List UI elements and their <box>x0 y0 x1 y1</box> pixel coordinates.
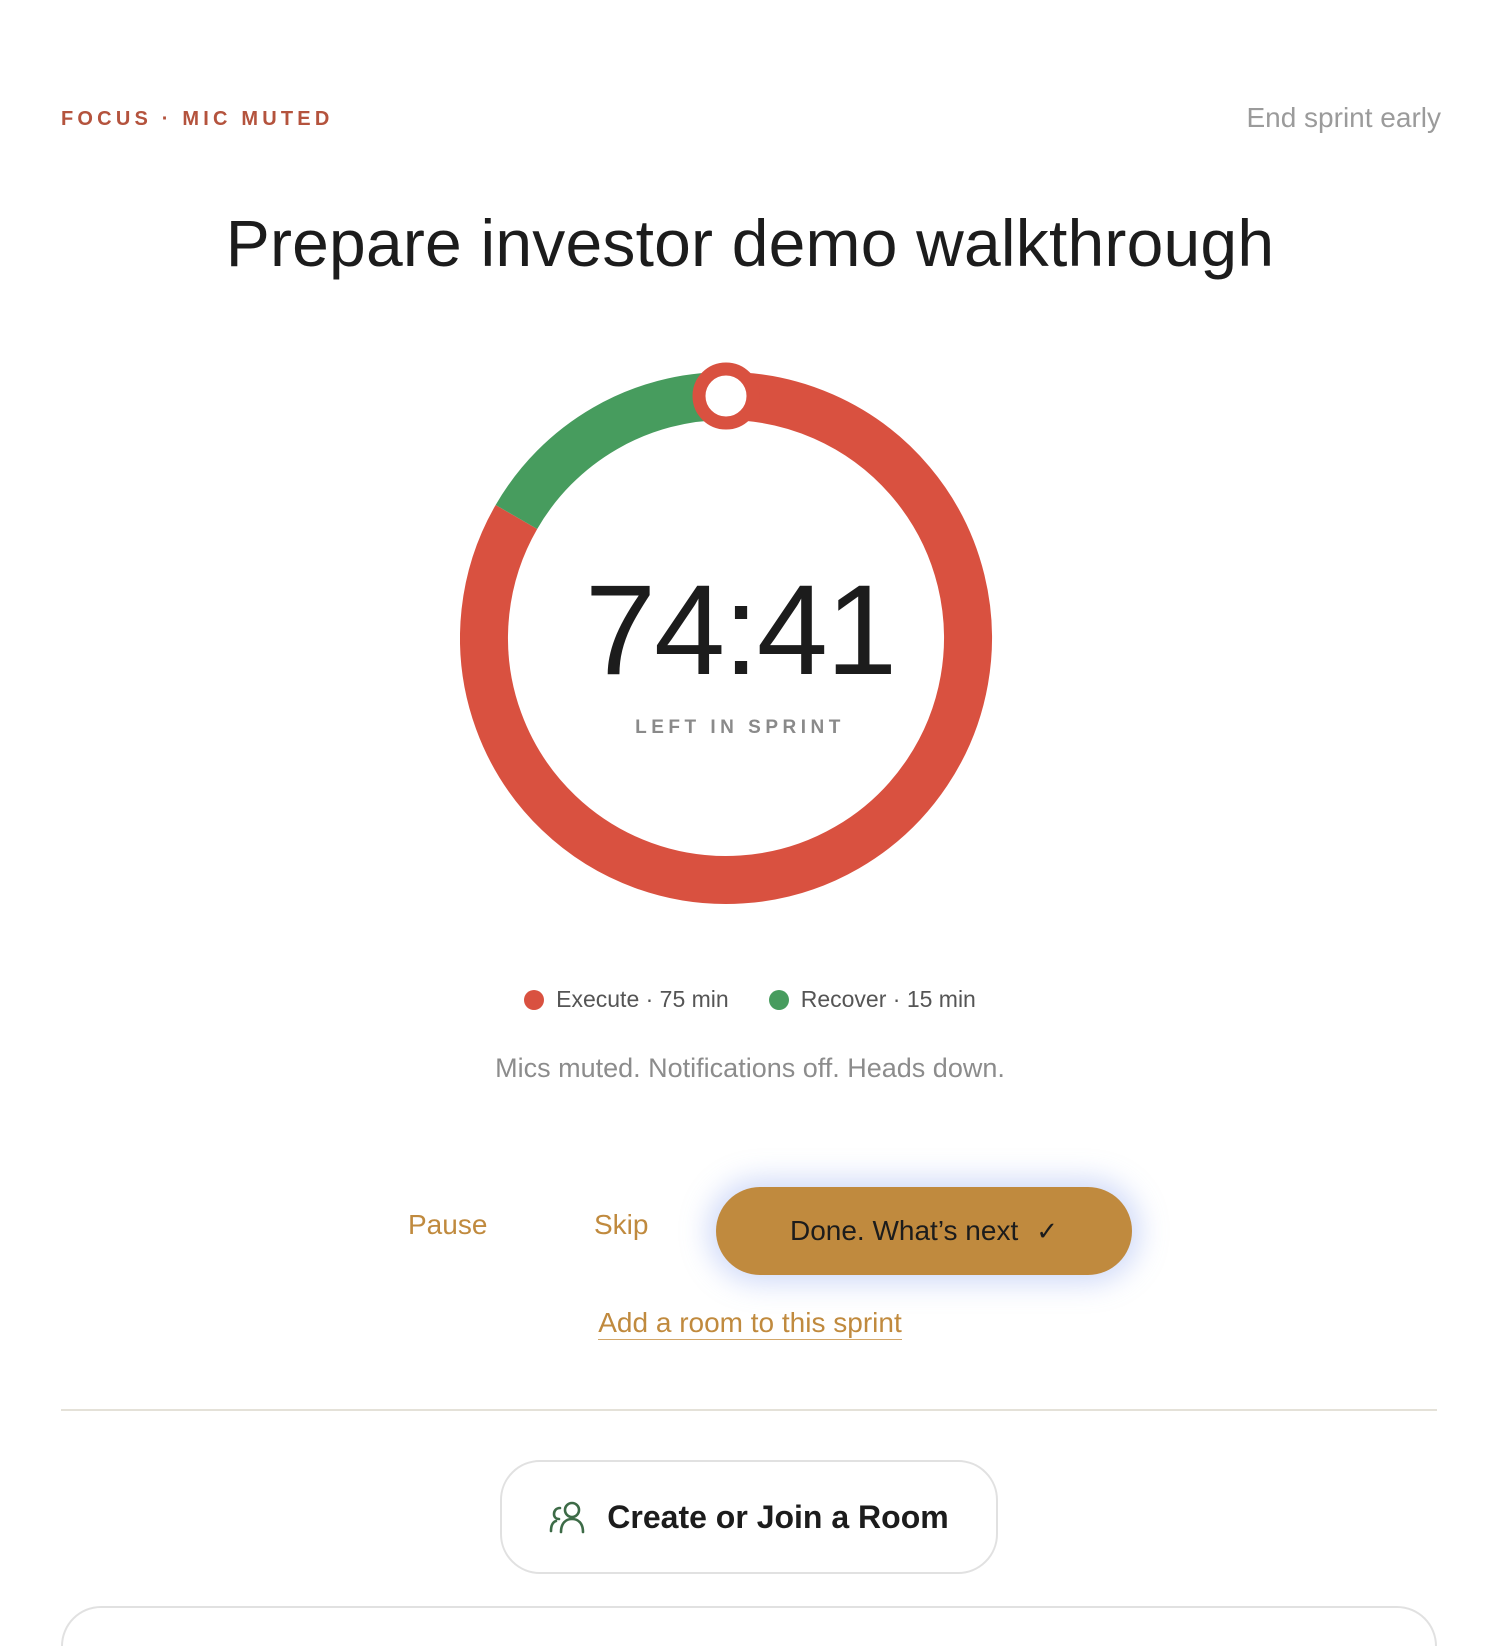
skip-button[interactable]: Skip <box>594 1209 648 1241</box>
done-button-label: Done. What’s next <box>789 1215 1019 1246</box>
legend-execute-detail: · 75 min <box>639 986 729 1012</box>
people-icon <box>549 1501 585 1534</box>
legend-recover-detail: · 15 min <box>886 986 976 1012</box>
pause-button[interactable]: Pause <box>408 1209 487 1241</box>
progress-knob[interactable] <box>692 362 760 430</box>
time-remaining: 74:41 <box>584 559 897 702</box>
recover-segment-arc <box>495 372 727 530</box>
recover-dot-icon <box>768 989 789 1010</box>
add-room-link[interactable]: Add a room to this sprint <box>598 1307 902 1340</box>
execute-dot-icon <box>524 989 545 1010</box>
legend-item-execute: Execute · 75 min <box>524 986 729 1013</box>
status-label: FOCUS · MIC MUTED <box>61 108 334 130</box>
segment-legend: Execute · 75 min Recover · 15 min <box>0 986 1500 1013</box>
section-divider <box>61 1409 1437 1411</box>
legend-recover-name: Recover <box>800 986 887 1012</box>
done-whats-next-button[interactable]: Done. What’s next ✓ <box>716 1187 1132 1275</box>
time-caption: LEFT IN SPRINT <box>635 717 845 738</box>
check-icon: ✓ <box>1036 1215 1059 1246</box>
legend-execute-text: Execute · 75 min <box>556 986 729 1013</box>
task-title: Prepare investor demo walkthrough <box>225 206 1275 280</box>
legend-recover-text: Recover · 15 min <box>801 986 976 1013</box>
bottom-card-edge <box>61 1606 1437 1646</box>
legend-execute-name: Execute <box>556 986 640 1012</box>
room-button-label: Create or Join a Room <box>607 1498 949 1535</box>
sprint-controls: Pause Skip Done. What’s next ✓ <box>0 1187 1500 1275</box>
add-room-link-row: Add a room to this sprint <box>0 1307 1500 1340</box>
create-join-room-button[interactable]: Create or Join a Room <box>500 1460 998 1574</box>
focus-status-text: Mics muted. Notifications off. Heads dow… <box>495 1053 1005 1083</box>
end-sprint-early-link[interactable]: End sprint early <box>1246 102 1441 134</box>
legend-item-recover: Recover · 15 min <box>768 986 976 1013</box>
